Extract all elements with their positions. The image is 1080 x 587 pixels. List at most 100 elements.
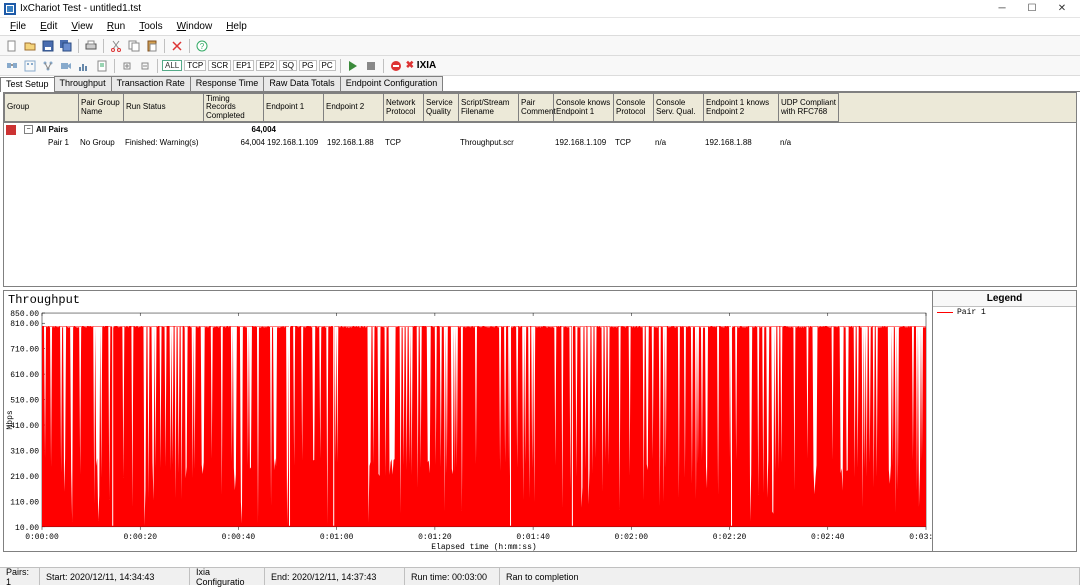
col-script-stream[interactable]: Script/Stream Filename bbox=[459, 93, 519, 122]
expander-icon[interactable]: − bbox=[24, 125, 33, 134]
addgroup-icon[interactable] bbox=[22, 58, 38, 74]
legend-label: Pair 1 bbox=[957, 308, 986, 317]
col-console-serv-qual[interactable]: Console Serv. Qual. bbox=[654, 93, 704, 122]
svg-text:10.00: 10.00 bbox=[15, 524, 39, 533]
new-icon[interactable] bbox=[4, 38, 20, 54]
menu-tools[interactable]: Tools bbox=[133, 19, 168, 34]
legend-pane: Legend Pair 1 bbox=[933, 290, 1077, 552]
video-icon[interactable] bbox=[58, 58, 74, 74]
help-icon[interactable]: ? bbox=[194, 38, 210, 54]
expand-icon[interactable] bbox=[119, 58, 135, 74]
delete-icon[interactable] bbox=[169, 38, 185, 54]
legend-item[interactable]: Pair 1 bbox=[933, 307, 1076, 318]
toolbar-primary: ? bbox=[0, 36, 1080, 56]
status-start: Start: 2020/12/11, 14:34:43 bbox=[40, 568, 190, 585]
table-row[interactable]: Pair 1 No Group Finished: Warning(s) 64,… bbox=[4, 136, 1076, 149]
chart-title: Throughput bbox=[4, 291, 932, 309]
filter-pg[interactable]: PG bbox=[299, 60, 317, 71]
svg-text:810.00: 810.00 bbox=[10, 320, 39, 329]
open-icon[interactable] bbox=[22, 38, 38, 54]
status-pairs: Pairs: 1 bbox=[0, 568, 40, 585]
addpair-icon[interactable] bbox=[4, 58, 20, 74]
col-endpoint2[interactable]: Endpoint 2 bbox=[324, 93, 384, 122]
stop-icon[interactable] bbox=[363, 58, 379, 74]
svg-text:0:01:00: 0:01:00 bbox=[320, 533, 354, 542]
filter-all[interactable]: ALL bbox=[162, 60, 182, 71]
col-group[interactable]: Group bbox=[4, 93, 79, 122]
cell-records: 64,004 bbox=[205, 138, 265, 147]
tree-root-records: 64,004 bbox=[216, 125, 276, 134]
cut-icon[interactable] bbox=[108, 38, 124, 54]
run-icon[interactable] bbox=[345, 58, 361, 74]
warning-icon bbox=[6, 125, 18, 135]
col-ep1-knows-ep2[interactable]: Endpoint 1 knows Endpoint 2 bbox=[704, 93, 779, 122]
menu-window[interactable]: Window bbox=[171, 19, 219, 34]
svg-text:0:01:20: 0:01:20 bbox=[418, 533, 452, 542]
menu-help[interactable]: Help bbox=[220, 19, 253, 34]
window-controls: ─ ☐ ✕ bbox=[988, 1, 1076, 17]
svg-text:0:02:00: 0:02:00 bbox=[615, 533, 649, 542]
cell-ep1: 192.168.1.109 bbox=[265, 138, 327, 147]
minimize-button[interactable]: ─ bbox=[988, 1, 1016, 17]
svg-text:110.00: 110.00 bbox=[10, 498, 39, 507]
col-run-status[interactable]: Run Status bbox=[124, 93, 204, 122]
chart-icon[interactable] bbox=[76, 58, 92, 74]
filter-tcp[interactable]: TCP bbox=[184, 60, 206, 71]
report-icon[interactable] bbox=[94, 58, 110, 74]
paste-icon[interactable] bbox=[144, 38, 160, 54]
maximize-button[interactable]: ☐ bbox=[1018, 1, 1046, 17]
save-icon[interactable] bbox=[40, 38, 56, 54]
collapse-icon[interactable] bbox=[137, 58, 153, 74]
stop-alt-icon[interactable] bbox=[388, 58, 404, 74]
tree-root-row[interactable]: − All Pairs 64,004 bbox=[4, 123, 1076, 136]
tab-throughput[interactable]: Throughput bbox=[54, 76, 112, 91]
col-pair-group[interactable]: Pair Group Name bbox=[79, 93, 124, 122]
share-icon[interactable] bbox=[40, 58, 56, 74]
copy-icon[interactable] bbox=[126, 38, 142, 54]
col-pair-comment[interactable]: Pair Comment bbox=[519, 93, 554, 122]
menu-view[interactable]: View bbox=[65, 19, 99, 34]
menu-file[interactable]: File bbox=[4, 19, 32, 34]
cell-ep2: 192.168.1.88 bbox=[327, 138, 385, 147]
filter-ep2[interactable]: EP2 bbox=[256, 60, 277, 71]
close-button[interactable]: ✕ bbox=[1048, 1, 1076, 17]
filter-sq[interactable]: SQ bbox=[279, 60, 297, 71]
svg-text:0:00:40: 0:00:40 bbox=[222, 533, 256, 542]
col-udp-compliant[interactable]: UDP Compliant with RFC768 bbox=[779, 93, 839, 122]
menu-run[interactable]: Run bbox=[101, 19, 131, 34]
cell-console-sq: n/a bbox=[655, 138, 705, 147]
status-runtime: Run time: 00:03:00 bbox=[405, 568, 500, 585]
print-icon[interactable] bbox=[83, 38, 99, 54]
results-grid: Group Pair Group Name Run Status Timing … bbox=[3, 92, 1077, 287]
tab-transaction-rate[interactable]: Transaction Rate bbox=[111, 76, 191, 91]
tab-raw-data-totals[interactable]: Raw Data Totals bbox=[263, 76, 340, 91]
svg-text:0:00:00: 0:00:00 bbox=[25, 533, 59, 542]
col-network-protocol[interactable]: Network Protocol bbox=[384, 93, 424, 122]
cell-udp: n/a bbox=[780, 138, 840, 147]
col-console-protocol[interactable]: Console Protocol bbox=[614, 93, 654, 122]
menu-edit[interactable]: Edit bbox=[34, 19, 63, 34]
filter-scr[interactable]: SCR bbox=[208, 60, 231, 71]
col-endpoint1[interactable]: Endpoint 1 bbox=[264, 93, 324, 122]
status-bar: Pairs: 1 Start: 2020/12/11, 14:34:43 Ixi… bbox=[0, 567, 1080, 585]
svg-text:610.00: 610.00 bbox=[10, 371, 39, 380]
svg-text:Mbps: Mbps bbox=[6, 410, 15, 430]
tab-endpoint-config[interactable]: Endpoint Configuration bbox=[340, 76, 444, 91]
tab-response-time[interactable]: Response Time bbox=[190, 76, 265, 91]
filter-pc[interactable]: PC bbox=[319, 60, 336, 71]
col-timing-records[interactable]: Timing Records Completed bbox=[204, 93, 264, 122]
status-end: End: 2020/12/11, 14:37:43 bbox=[265, 568, 405, 585]
menu-bar: File Edit View Run Tools Window Help bbox=[0, 18, 1080, 36]
title-bar: IxChariot Test - untitled1.tst ─ ☐ ✕ bbox=[0, 0, 1080, 18]
col-console-knows-ep1[interactable]: Console knows Endpoint 1 bbox=[554, 93, 614, 122]
saveall-icon[interactable] bbox=[58, 38, 74, 54]
svg-text:0:01:40: 0:01:40 bbox=[516, 533, 550, 542]
toolbar-secondary: ALL TCP SCR EP1 EP2 SQ PG PC ✖ IXIA bbox=[0, 56, 1080, 76]
filter-ep1[interactable]: EP1 bbox=[233, 60, 254, 71]
cell-protocol: TCP bbox=[385, 138, 425, 147]
tab-test-setup[interactable]: Test Setup bbox=[0, 77, 55, 92]
col-service-quality[interactable]: Service Quality bbox=[424, 93, 459, 122]
svg-text:0:03:00: 0:03:00 bbox=[909, 533, 932, 542]
cell-group: No Group bbox=[80, 138, 125, 147]
svg-text:0:02:20: 0:02:20 bbox=[713, 533, 747, 542]
